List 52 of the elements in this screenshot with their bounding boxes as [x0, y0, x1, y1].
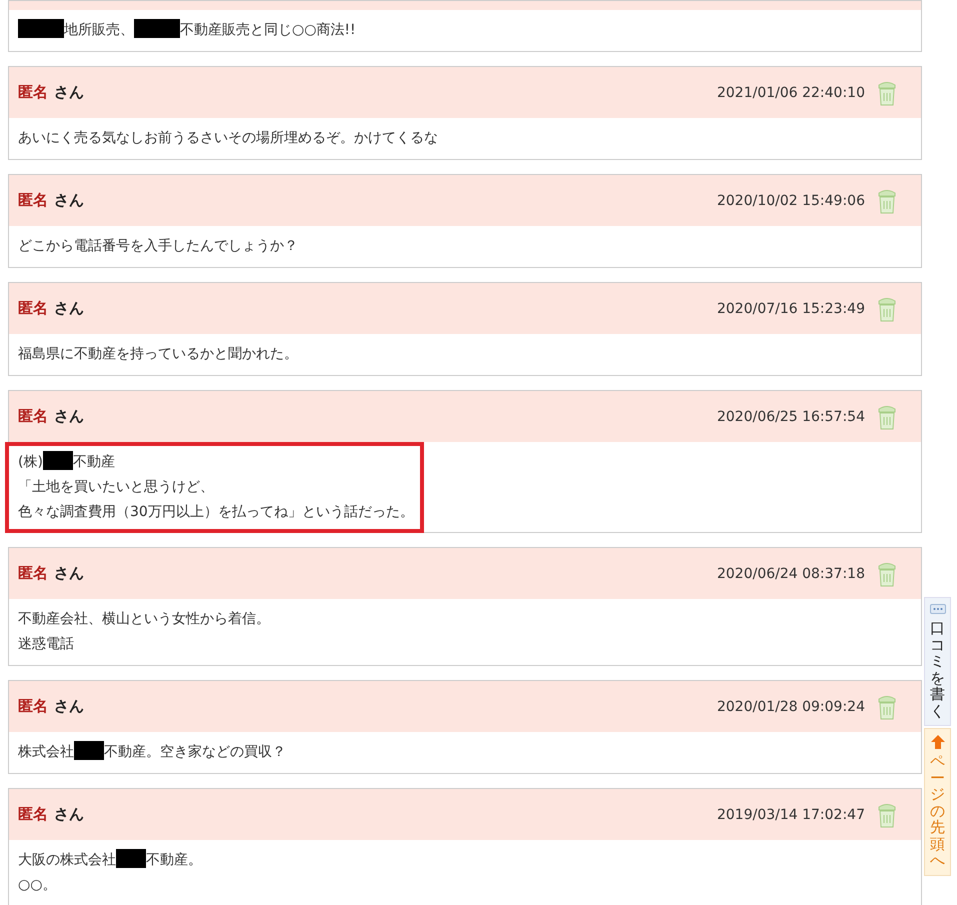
comment-text: 不動産。空き家などの買収？: [104, 744, 286, 760]
trash-icon[interactable]: [877, 694, 897, 720]
comment-text: 不動産販売と同じ○○商法!!: [180, 22, 356, 38]
comment-text: 不動産会社、横山という女性から着信。: [18, 611, 270, 627]
author-suffix: さん: [54, 805, 84, 823]
author-name: 匿名: [18, 564, 48, 582]
write-review-tab[interactable]: 口コミを書く: [924, 597, 951, 726]
comment-text: 不動産: [72, 454, 115, 470]
redaction-bar: [74, 741, 104, 760]
comment-text: どこから電話番号を入手したんでしょうか？: [18, 238, 298, 254]
post-date: 2020/06/25 16:57:54: [716, 408, 865, 424]
trash-icon[interactable]: [877, 80, 897, 106]
author-suffix: さん: [54, 407, 84, 425]
post-date: 2020/01/28 09:09:24: [716, 698, 865, 714]
author-suffix: さん: [54, 299, 84, 317]
redaction-bar: [42, 451, 73, 470]
author-name: 匿名: [18, 83, 48, 101]
trash-icon[interactable]: [877, 296, 897, 322]
comment-text: 株式会社: [18, 744, 74, 760]
author-suffix: さん: [54, 697, 84, 715]
post-date: 2021/01/06 22:40:10: [716, 84, 865, 100]
comment-text: 不動産。: [146, 852, 202, 868]
comment-text: (株): [18, 454, 43, 470]
trash-icon[interactable]: [877, 560, 897, 586]
redaction-bar: [134, 19, 180, 38]
author-name: 匿名: [18, 407, 48, 425]
author-name: 匿名: [18, 191, 48, 209]
author-suffix: さん: [54, 564, 84, 582]
comment-text: あいにく売る気なしお前うるさいその場所埋めるぞ。かけてくるな: [18, 130, 438, 146]
up-arrow-icon: [930, 735, 944, 749]
author-name: 匿名: [18, 299, 48, 317]
post-date: 2020/10/02 15:49:06: [716, 192, 865, 208]
redaction-bar: [116, 849, 146, 868]
author-name: 匿名: [18, 805, 48, 823]
redaction-bar: [18, 19, 64, 38]
comment-text: 色々な調査費用（30万円以上）を払ってね」という話だった。: [18, 504, 414, 520]
trash-icon[interactable]: [877, 802, 897, 828]
comment-text: 福島県に不動産を持っているかと聞かれた。: [18, 346, 298, 362]
comment-text: ○○。: [18, 877, 56, 893]
trash-icon[interactable]: [877, 404, 897, 430]
author-suffix: さん: [54, 191, 84, 209]
trash-icon[interactable]: [877, 188, 897, 214]
comment-text: 「土地を買いたいと思うけど、: [18, 479, 214, 495]
post-date: 2020/06/24 08:37:18: [716, 566, 865, 582]
author-suffix: さん: [54, 83, 84, 101]
post-date: 2020/07/16 15:23:49: [716, 300, 865, 316]
author-name: 匿名: [18, 697, 48, 715]
comment-text: 地所販売、: [64, 22, 134, 38]
comment-text: 大阪の株式会社: [18, 852, 116, 868]
speech-bubble-icon: [930, 604, 946, 616]
post-date: 2019/03/14 17:02:47: [716, 806, 865, 822]
comment-text: 迷惑電話: [18, 636, 74, 652]
